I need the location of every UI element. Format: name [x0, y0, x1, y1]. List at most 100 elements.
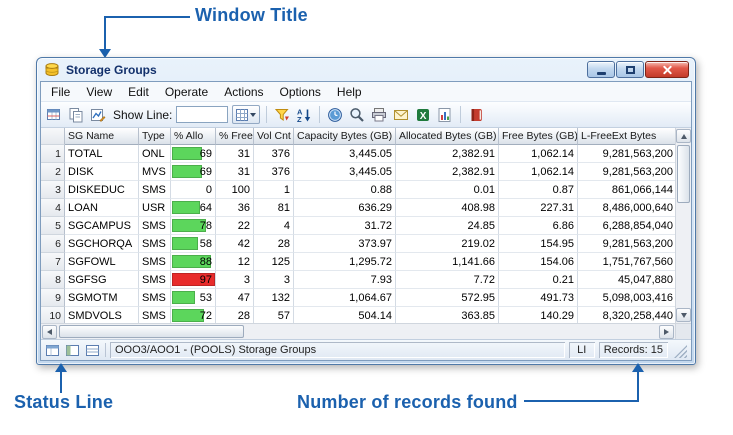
row-number: 10	[41, 307, 65, 323]
table-row[interactable]: 8SGFSGSMS97337.937.720.2145,047,880	[41, 271, 675, 289]
column-header-capacity[interactable]: Capacity Bytes (GB)	[294, 128, 396, 145]
cell-freeb: 0.87	[499, 181, 578, 199]
row-number: 1	[41, 145, 65, 163]
cell-capacity: 504.14	[294, 307, 396, 323]
row-number: 5	[41, 217, 65, 235]
cell-freeb: 491.73	[499, 289, 578, 307]
menu-options[interactable]: Options	[272, 83, 329, 101]
filter-icon[interactable]	[273, 106, 291, 124]
column-header-vol[interactable]: Vol Cnt	[254, 128, 294, 145]
vertical-scrollbar-column	[675, 128, 691, 339]
table-row[interactable]: 5SGCAMPUSSMS7822431.7224.856.866,288,854…	[41, 217, 675, 235]
table-view-icon[interactable]	[45, 106, 63, 124]
mail-icon[interactable]	[392, 106, 410, 124]
grid-body: 1TOTALONL69313763,445.052,382.911,062.14…	[41, 145, 675, 323]
grid-options-button[interactable]	[232, 105, 260, 124]
cell-name: SGCHORQA	[65, 235, 139, 253]
window-icon[interactable]	[43, 61, 61, 79]
cell-free: 36	[216, 199, 254, 217]
cell-type: MVS	[139, 163, 171, 181]
table-row[interactable]: 1TOTALONL69313763,445.052,382.911,062.14…	[41, 145, 675, 163]
table-row[interactable]: 3DISKEDUCSMS010010.880.010.87861,066,144	[41, 181, 675, 199]
sort-icon[interactable]: AZ	[295, 106, 313, 124]
column-header-lfree[interactable]: L-FreeExt Bytes	[578, 128, 675, 145]
cell-alloc: 88	[171, 253, 216, 271]
print-icon[interactable]	[370, 106, 388, 124]
scroll-up-button[interactable]	[676, 129, 691, 143]
vertical-scrollbar-thumb[interactable]	[677, 145, 690, 203]
cell-type: SMS	[139, 253, 171, 271]
scroll-down-button[interactable]	[676, 308, 691, 322]
row-number: 3	[41, 181, 65, 199]
status-mode-indicator: LI	[569, 342, 595, 358]
column-header-freeb[interactable]: Free Bytes (GB)	[499, 128, 578, 145]
edit-chart-icon[interactable]	[89, 106, 107, 124]
status-view-icon-1[interactable]	[45, 342, 61, 358]
cell-capacity: 1,064.67	[294, 289, 396, 307]
column-header-name[interactable]: SG Name	[65, 128, 139, 145]
vertical-scrollbar[interactable]	[676, 128, 691, 323]
status-view-icon-2[interactable]	[65, 342, 81, 358]
cell-name: SMDVOLS	[65, 307, 139, 323]
cell-vol: 376	[254, 145, 294, 163]
cell-capacity: 31.72	[294, 217, 396, 235]
records-count-badge: Records: 15	[599, 342, 668, 358]
callout-line	[524, 400, 639, 402]
menu-actions[interactable]: Actions	[216, 83, 271, 101]
table-row[interactable]: 9SGMOTMSMS53471321,064.67572.95491.735,0…	[41, 289, 675, 307]
status-view-icon-3[interactable]	[85, 342, 101, 358]
column-header-allocated[interactable]: Allocated Bytes (GB)	[396, 128, 499, 145]
callout-line	[104, 16, 106, 49]
copy-icon[interactable]	[67, 106, 85, 124]
table-row[interactable]: 4LOANUSR643681636.29408.98227.318,486,00…	[41, 199, 675, 217]
app-window: Storage Groups FileViewEditOperateAction…	[36, 57, 696, 365]
menu-help[interactable]: Help	[329, 83, 370, 101]
cell-allocated: 408.98	[396, 199, 499, 217]
menu-bar: FileViewEditOperateActionsOptionsHelp	[41, 82, 691, 102]
toolbar-separator	[319, 106, 320, 123]
resize-grip[interactable]	[674, 345, 687, 358]
cell-free: 22	[216, 217, 254, 235]
horizontal-scrollbar-thumb[interactable]	[59, 325, 244, 338]
cell-free: 31	[216, 145, 254, 163]
scroll-left-button[interactable]	[42, 325, 57, 339]
cell-allocated: 7.72	[396, 271, 499, 289]
cell-name: TOTAL	[65, 145, 139, 163]
cell-allocated: 1,141.66	[396, 253, 499, 271]
minimize-icon	[597, 72, 606, 75]
scroll-right-button[interactable]	[659, 325, 674, 339]
menu-edit[interactable]: Edit	[120, 83, 157, 101]
report-chart-icon[interactable]	[436, 106, 454, 124]
alloc-bar	[172, 237, 198, 250]
cell-free: 12	[216, 253, 254, 271]
zoom-icon[interactable]	[348, 106, 366, 124]
table-row[interactable]: 2DISKMVS69313763,445.052,382.911,062.149…	[41, 163, 675, 181]
cell-lfree: 9,281,563,200	[578, 235, 675, 253]
grid-icon	[236, 109, 248, 121]
clock-icon[interactable]	[326, 106, 344, 124]
column-header-alloc[interactable]: % Allo	[171, 128, 216, 145]
cell-freeb: 1,062.14	[499, 163, 578, 181]
cell-name: SGFSG	[65, 271, 139, 289]
close-button[interactable]	[645, 61, 689, 78]
horizontal-scrollbar[interactable]	[41, 323, 675, 339]
excel-icon[interactable]: X	[414, 106, 432, 124]
maximize-button[interactable]	[616, 61, 644, 78]
column-header-type[interactable]: Type	[139, 128, 171, 145]
cell-capacity: 7.93	[294, 271, 396, 289]
table-row[interactable]: 7SGFOWLSMS88121251,295.721,141.66154.061…	[41, 253, 675, 271]
grid-columns-area: SG NameType% Allo% FreeVol CntCapacity B…	[41, 128, 675, 339]
show-line-input[interactable]	[176, 106, 228, 123]
row-number: 9	[41, 289, 65, 307]
column-header-free[interactable]: % Free	[216, 128, 254, 145]
menu-file[interactable]: File	[43, 83, 78, 101]
table-row[interactable]: 10SMDVOLSSMS722857504.14363.85140.298,32…	[41, 307, 675, 323]
menu-operate[interactable]: Operate	[157, 83, 216, 101]
cell-free: 42	[216, 235, 254, 253]
menu-view[interactable]: View	[78, 83, 120, 101]
minimize-button[interactable]	[587, 61, 615, 78]
triangle-left-icon	[47, 329, 52, 335]
table-row[interactable]: 6SGCHORQASMS584228373.97219.02154.959,28…	[41, 235, 675, 253]
help-book-icon[interactable]	[467, 106, 485, 124]
cell-freeb: 6.86	[499, 217, 578, 235]
